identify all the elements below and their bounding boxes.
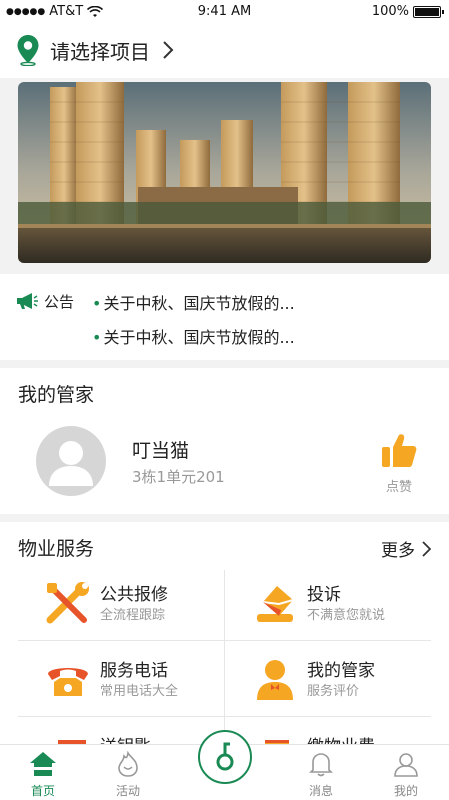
notice-item[interactable]: • 关于中秋、国庆节放假的... (92, 324, 295, 348)
wrench-icon (46, 582, 89, 624)
service-title: 服务电话 (100, 661, 168, 681)
service-phone[interactable]: 服务电话 常用电话大全 (18, 646, 224, 720)
like-label: 点赞 (385, 480, 412, 495)
bullet-dot: • (92, 328, 102, 347)
battery-percent: 100% (371, 4, 409, 19)
center-key-button[interactable] (198, 730, 252, 784)
home-icon (30, 752, 56, 776)
tab-activity[interactable]: 活动 (98, 750, 158, 799)
butler-address: 3栋1单元201 (132, 468, 225, 486)
user-icon (394, 753, 418, 777)
tab-home[interactable]: 首页 (13, 751, 73, 799)
battery-icon (413, 5, 444, 18)
activity-icon (118, 750, 138, 777)
phone-icon (48, 668, 88, 696)
status-bar: ●●●●● AT&T 9:41 AM 100% (0, 0, 449, 24)
tab-messages[interactable]: 消息 (291, 751, 351, 799)
chevron-right-icon (163, 41, 174, 59)
tab-profile[interactable]: 我的 (376, 751, 436, 799)
service-butler[interactable]: 我的管家 服务评价 (225, 646, 431, 720)
service-subtitle: 不满意您就说 (307, 608, 386, 623)
avatar[interactable] (36, 426, 106, 496)
service-subtitle: 全流程跟踪 (100, 608, 166, 623)
banner-image[interactable] (18, 82, 431, 263)
butler-name: 叮当猫 (132, 440, 190, 462)
project-selector[interactable]: 请选择项目 (0, 24, 449, 78)
bullet-dot: • (92, 294, 102, 313)
notice-panel: 公告 • 关于中秋、国庆节放假的... • 关于中秋、国庆节放假的... (0, 274, 449, 360)
like-button[interactable]: 点赞 (376, 430, 422, 495)
key-icon (216, 742, 234, 771)
skyline-illustration (18, 82, 431, 263)
more-button[interactable]: 更多 (381, 536, 431, 561)
notice-label: 公告 (44, 293, 75, 311)
service-title: 投诉 (307, 585, 341, 605)
service-subtitle: 常用电话大全 (100, 684, 179, 699)
service-complaint[interactable]: 投诉 不满意您就说 (225, 570, 431, 644)
mail-icon (257, 586, 294, 622)
section-title-butler: 我的管家 (18, 384, 95, 406)
chevron-right-icon (422, 540, 431, 557)
notice-item[interactable]: • 关于中秋、国庆节放假的... (92, 290, 295, 314)
section-title-services: 物业服务 (18, 538, 95, 560)
bell-icon (309, 753, 333, 777)
service-title: 我的管家 (307, 661, 375, 681)
service-repair[interactable]: 公共报修 全流程跟踪 (18, 570, 224, 644)
butler-section: 我的管家 叮当猫 3栋1单元201 点赞 (0, 368, 449, 514)
thumbs-up-icon (382, 434, 417, 467)
services-section: 物业服务 更多 公共报修 全流程跟踪 投诉 不满意您就说 服务电话 常用电话大全… (0, 522, 449, 752)
megaphone-icon (17, 293, 38, 309)
service-title: 公共报修 (100, 585, 168, 605)
butler-icon (257, 660, 293, 700)
location-pin-icon (17, 35, 39, 66)
project-title: 请选择项目 (50, 40, 150, 64)
service-subtitle: 服务评价 (307, 684, 360, 699)
person-icon (49, 441, 93, 486)
